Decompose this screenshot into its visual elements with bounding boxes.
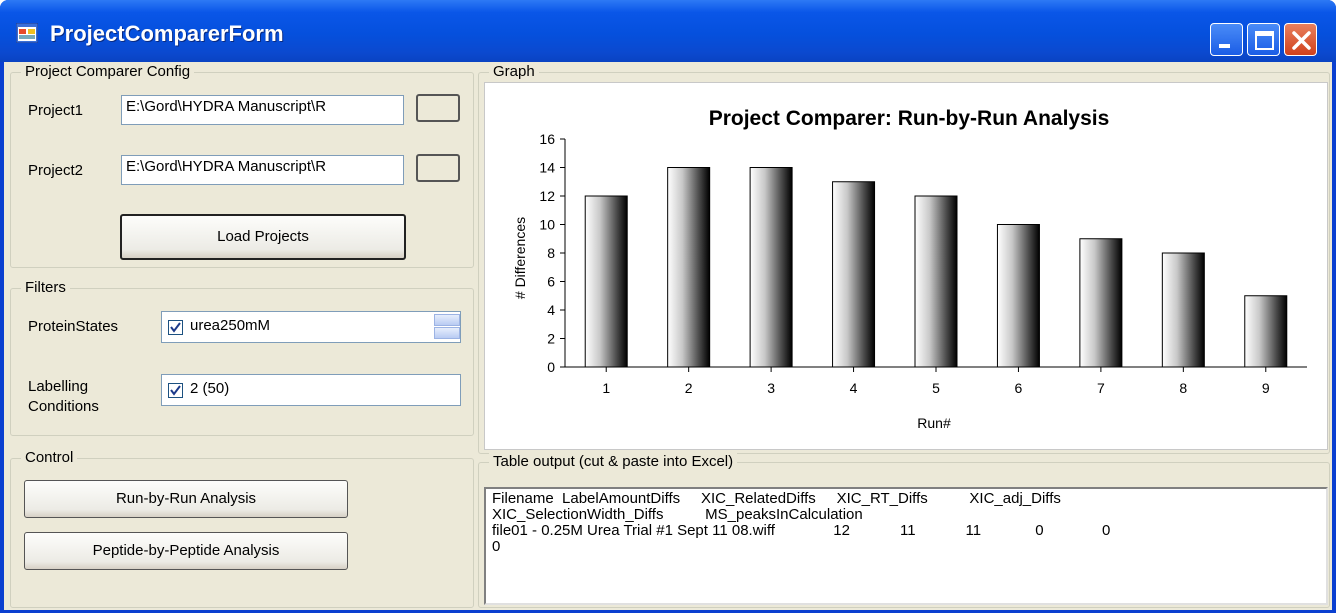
project2-field[interactable]: E:\Gord\HYDRA Manuscript\R [121, 155, 404, 185]
chart-x-axis-label: Run# [917, 415, 951, 431]
protein-states-label: ProteinStates [28, 318, 119, 335]
chart-x-tick-label: 2 [685, 380, 693, 396]
project1-label: Project1 [28, 102, 84, 119]
chart-bar [1161, 252, 1205, 368]
chart-bar [749, 167, 793, 368]
spin-down-icon[interactable] [434, 327, 460, 339]
peptide-by-peptide-button[interactable]: Peptide-by-Peptide Analysis [24, 532, 348, 570]
run-by-run-button[interactable]: Run-by-Run Analysis [24, 480, 348, 518]
chart-x-tick-label: 8 [1179, 380, 1187, 396]
graph-legend: Graph [489, 63, 539, 80]
chart-y-tick-label: 2 [547, 331, 555, 347]
protein-states-item: urea250mM [190, 317, 271, 334]
labelling-checkbox[interactable] [168, 383, 183, 398]
chart-x-tick-label: 1 [602, 380, 610, 396]
chart-y-tick-label: 16 [539, 131, 555, 147]
chart-bar [1244, 295, 1288, 368]
chart-bar [584, 195, 628, 368]
app-window: ProjectComparerForm Project Comparer Con… [0, 0, 1336, 613]
maximize-button[interactable] [1247, 23, 1280, 56]
chart-x-tick-label: 7 [1097, 380, 1105, 396]
chart-bar [667, 167, 711, 368]
protein-states-list[interactable]: urea250mM [161, 311, 461, 343]
chart-x-tick-label: 4 [850, 380, 858, 396]
labelling-label-line1: Labelling [28, 378, 89, 395]
app-icon [16, 23, 38, 43]
chart-y-tick-label: 14 [539, 160, 555, 176]
chart-bar [914, 195, 958, 368]
filters-legend: Filters [21, 279, 70, 296]
chart-y-tick-label: 8 [547, 245, 555, 261]
chart-x-tick-label: 5 [932, 380, 940, 396]
minimize-icon [1219, 44, 1230, 48]
chart-x-tick-label: 3 [767, 380, 775, 396]
spin-up-icon[interactable] [434, 314, 460, 326]
chart-y-tick-label: 12 [539, 188, 555, 204]
load-projects-button[interactable]: Load Projects [120, 214, 406, 260]
bar-chart: Project Comparer: Run-by-Run Analysis # … [512, 107, 1307, 431]
checkmark-icon [170, 385, 181, 396]
title-bar[interactable]: ProjectComparerForm [0, 0, 1336, 62]
protein-states-checkbox[interactable] [168, 320, 183, 335]
labelling-item: 2 (50) [190, 380, 230, 397]
labelling-conditions-list[interactable]: 2 (50) [161, 374, 461, 406]
graph-panel: Project Comparer: Run-by-Run Analysis # … [484, 82, 1328, 450]
chart-y-tick-label: 0 [547, 359, 555, 375]
chart-y-axis-label: # Differences [512, 217, 528, 299]
chart-bar [1079, 238, 1123, 368]
project1-field[interactable]: E:\Gord\HYDRA Manuscript\R [121, 95, 404, 125]
maximize-icon [1255, 31, 1274, 50]
close-button[interactable] [1284, 23, 1317, 56]
chart-y-tick-label: 4 [547, 302, 555, 318]
chart-bar [996, 224, 1040, 368]
config-legend: Project Comparer Config [21, 63, 195, 80]
protein-states-spinner[interactable] [434, 314, 460, 340]
project2-browse-button[interactable] [416, 154, 460, 182]
chart-y-tick-label: 10 [539, 217, 555, 233]
project2-label: Project2 [28, 162, 84, 179]
close-icon [1292, 31, 1311, 50]
minimize-button[interactable] [1210, 23, 1243, 56]
chart-y-tick-label: 6 [547, 274, 555, 290]
control-legend: Control [21, 449, 78, 466]
form-client-area: Project Comparer Config Project1 E:\Gord… [4, 62, 1332, 610]
labelling-label-line2: Conditions [28, 398, 99, 415]
checkmark-icon [170, 322, 181, 333]
chart-x-tick-label: 9 [1262, 380, 1270, 396]
chart-bar [832, 181, 876, 368]
window-title: ProjectComparerForm [50, 21, 284, 46]
project1-browse-button[interactable] [416, 94, 460, 122]
table-output-legend: Table output (cut & paste into Excel) [489, 453, 738, 470]
table-output-textbox[interactable]: Filename LabelAmountDiffs XIC_RelatedDif… [484, 487, 1328, 605]
chart-title: Project Comparer: Run-by-Run Analysis [709, 107, 1110, 130]
chart-x-tick-label: 6 [1015, 380, 1023, 396]
